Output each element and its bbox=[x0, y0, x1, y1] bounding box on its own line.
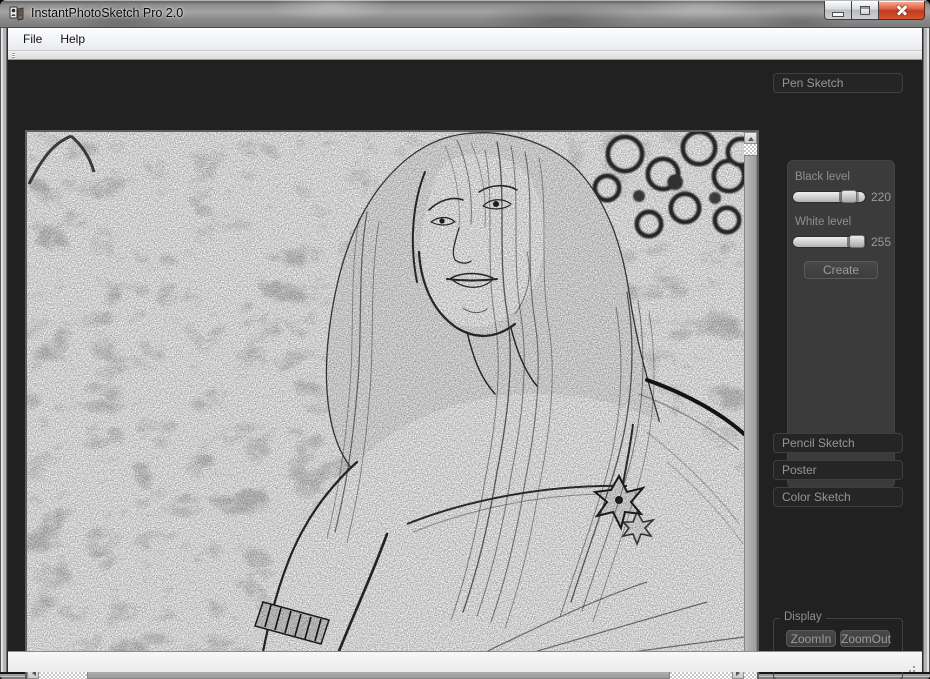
black-level-label: Black level bbox=[795, 171, 889, 183]
black-level-value: 220 bbox=[871, 190, 891, 204]
menu-help[interactable]: Help bbox=[51, 29, 94, 49]
minimize-icon bbox=[833, 13, 843, 16]
image-viewport bbox=[25, 130, 759, 679]
close-button[interactable] bbox=[879, 1, 925, 20]
arrow-up-icon bbox=[748, 134, 754, 141]
menu-bar: File Help bbox=[8, 28, 922, 51]
window-border-right bbox=[922, 28, 930, 675]
maximize-button[interactable] bbox=[852, 1, 879, 20]
section-pencil-sketch[interactable]: Pencil Sketch bbox=[773, 433, 903, 453]
vertical-scroll-track[interactable] bbox=[744, 144, 757, 155]
section-poster[interactable]: Poster bbox=[773, 460, 903, 480]
create-button[interactable]: Create bbox=[804, 261, 878, 279]
menu-file[interactable]: File bbox=[14, 29, 51, 49]
vertical-scrollbar[interactable] bbox=[744, 132, 757, 666]
toolbar-grip bbox=[12, 53, 15, 58]
window-border-left bbox=[0, 28, 8, 675]
window-title: InstantPhotoSketch Pro 2.0 bbox=[31, 0, 183, 27]
black-level-slider[interactable] bbox=[793, 192, 865, 202]
white-level-value: 255 bbox=[871, 235, 891, 249]
white-level-slider[interactable] bbox=[793, 237, 865, 247]
sketch-preview-image bbox=[27, 132, 744, 666]
white-level-slider-handle[interactable] bbox=[849, 235, 865, 248]
client-area: Pen Sketch Black level 220 White level 2… bbox=[8, 60, 922, 651]
maximize-icon bbox=[860, 6, 870, 15]
section-pen-sketch[interactable]: Pen Sketch bbox=[773, 73, 903, 93]
minimize-button[interactable] bbox=[824, 1, 852, 20]
close-icon bbox=[895, 4, 909, 16]
black-level-slider-handle[interactable] bbox=[841, 190, 857, 203]
titlebar[interactable]: InstantPhotoSketch Pro 2.0 bbox=[0, 0, 930, 28]
zoom-out-button[interactable]: ZoomOut bbox=[840, 630, 890, 647]
zoom-in-button[interactable]: ZoomIn bbox=[786, 630, 836, 647]
section-color-sketch[interactable]: Color Sketch bbox=[773, 487, 903, 507]
display-group-label: Display bbox=[780, 611, 826, 623]
app-icon bbox=[9, 6, 25, 22]
status-bar bbox=[8, 651, 922, 672]
scroll-up-button[interactable] bbox=[744, 132, 757, 144]
caption-buttons bbox=[824, 1, 925, 20]
vertical-scroll-thumb[interactable] bbox=[744, 155, 757, 654]
toolbar-strip bbox=[8, 51, 922, 60]
app-window: InstantPhotoSketch Pro 2.0 File Help bbox=[0, 0, 930, 679]
resize-grip-icon[interactable] bbox=[904, 657, 916, 669]
white-level-label: White level bbox=[795, 216, 889, 228]
